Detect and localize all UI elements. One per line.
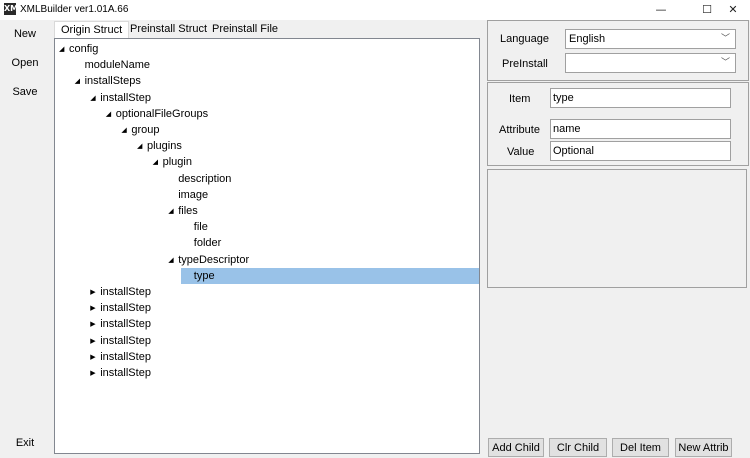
tree-node-label: installStep bbox=[100, 318, 151, 331]
del-item-button[interactable]: Del Item bbox=[612, 438, 669, 457]
tree-node[interactable]: ▶ installStep bbox=[90, 349, 151, 365]
expand-arrow-icon[interactable]: ◢ bbox=[59, 41, 69, 57]
collapse-arrow-icon[interactable]: ▶ bbox=[90, 284, 100, 300]
tree-node[interactable]: ◢ installSteps bbox=[75, 73, 141, 89]
tree-node-label: installStep bbox=[100, 334, 151, 347]
window-title: XMLBuilder ver1.01A.66 bbox=[20, 4, 129, 15]
tree-node-label: installSteps bbox=[84, 75, 141, 88]
expand-arrow-icon[interactable]: ◢ bbox=[168, 203, 178, 219]
tree-node-label: installStep bbox=[100, 350, 151, 363]
chevron-down-icon: ﹀ bbox=[720, 34, 730, 44]
tree-node-label: installStep bbox=[100, 367, 151, 379]
tree-node-label: plugin bbox=[162, 156, 192, 169]
attribute-label: Attribute bbox=[499, 124, 540, 136]
item-field[interactable]: type bbox=[550, 88, 731, 108]
tree-node[interactable]: ◢ files bbox=[168, 203, 198, 219]
tree-node[interactable]: ◢ typeDescriptor bbox=[168, 252, 249, 268]
tree-node-label: optionalFileGroups bbox=[115, 107, 209, 120]
xml-tree[interactable]: ◢ config moduleName ◢ installSteps ◢ installSt… bbox=[54, 38, 480, 454]
tree-node[interactable]: ◢ installStep bbox=[90, 90, 151, 106]
tree-node-label: installStep bbox=[100, 302, 151, 315]
tree-node[interactable]: type bbox=[184, 268, 215, 284]
clr-child-button[interactable]: Clr Child bbox=[549, 438, 607, 457]
tree-node[interactable]: image bbox=[168, 187, 208, 203]
tree-node[interactable]: ◢ plugin bbox=[153, 154, 192, 170]
language-label: Language bbox=[500, 33, 549, 45]
expand-arrow-icon[interactable]: ◢ bbox=[121, 122, 131, 138]
tree-node-label: file bbox=[193, 221, 208, 234]
tree-node[interactable]: folder bbox=[184, 235, 222, 251]
collapse-arrow-icon[interactable]: ▶ bbox=[90, 316, 100, 332]
tree-node[interactable]: moduleName bbox=[75, 57, 150, 73]
new-attrib-button[interactable]: New Attrib bbox=[675, 438, 732, 457]
tree-node-label: installStep bbox=[100, 286, 151, 298]
expand-arrow-icon[interactable]: ◢ bbox=[90, 90, 100, 106]
collapse-arrow-icon[interactable]: ▶ bbox=[90, 333, 100, 349]
value-field[interactable]: Optional bbox=[550, 141, 731, 161]
preinstall-label: PreInstall bbox=[502, 58, 548, 70]
save-button[interactable]: Save bbox=[0, 80, 50, 104]
tree-node[interactable]: description bbox=[168, 171, 231, 187]
tree-node-label: moduleName bbox=[84, 59, 151, 72]
collapse-arrow-icon[interactable]: ▶ bbox=[90, 300, 100, 316]
language-value: English bbox=[569, 33, 606, 45]
tree-node[interactable]: ▶ installStep bbox=[90, 333, 151, 349]
tree-node[interactable]: ▶ installStep bbox=[90, 316, 151, 332]
tab-preinstall-struct[interactable]: Preinstall Struct bbox=[124, 21, 213, 38]
add-child-button[interactable]: Add Child bbox=[488, 438, 544, 457]
tree-node-label: config bbox=[69, 43, 99, 55]
tree-node-label: plugins bbox=[147, 140, 182, 153]
tree-node[interactable]: ▶ installStep bbox=[90, 300, 151, 316]
tree-node-label: folder bbox=[193, 237, 222, 250]
selection-highlight bbox=[181, 268, 479, 284]
tree-node-label: image bbox=[178, 188, 209, 201]
item-label: Item bbox=[509, 93, 531, 105]
app-icon: XML bbox=[4, 3, 24, 15]
tree-node-label: typeDescriptor bbox=[178, 253, 250, 266]
collapse-arrow-icon[interactable]: ▶ bbox=[90, 365, 100, 381]
tree-node[interactable]: ◢ optionalFileGroups bbox=[106, 106, 208, 122]
tree-node[interactable]: ◢ plugins bbox=[137, 138, 182, 154]
expand-arrow-icon[interactable]: ◢ bbox=[106, 106, 116, 122]
tree-node[interactable]: ◢ group bbox=[121, 122, 159, 138]
expand-arrow-icon[interactable]: ◢ bbox=[75, 73, 85, 89]
expand-arrow-icon[interactable]: ◢ bbox=[153, 154, 163, 170]
tab-origin-struct[interactable]: Origin Struct bbox=[54, 21, 130, 39]
tree-node[interactable]: ▶ installStep bbox=[90, 284, 151, 300]
preinstall-select[interactable]: ﹀ bbox=[565, 53, 736, 73]
tree-node-label: type bbox=[193, 269, 215, 282]
value-label: Value bbox=[507, 146, 535, 158]
attributes-list[interactable] bbox=[487, 169, 747, 288]
chevron-down-icon: ﹀ bbox=[720, 58, 730, 68]
tree-node[interactable]: ◢ config bbox=[59, 41, 98, 57]
tree-node-label: group bbox=[131, 124, 160, 136]
close-button[interactable]: ✕ bbox=[716, 0, 750, 20]
tree-node-label: files bbox=[178, 205, 198, 217]
new-button[interactable]: New bbox=[0, 22, 50, 46]
language-select[interactable]: English ﹀ bbox=[565, 29, 736, 49]
expand-arrow-icon[interactable]: ◢ bbox=[137, 138, 147, 154]
attribute-field[interactable]: name bbox=[550, 119, 731, 139]
tree-node[interactable]: file bbox=[184, 219, 208, 235]
tree-node-label: description bbox=[178, 172, 232, 185]
minimize-button[interactable]: — bbox=[644, 0, 678, 20]
tree-node[interactable]: ▶ installStep bbox=[90, 365, 151, 381]
expand-arrow-icon[interactable]: ◢ bbox=[168, 252, 178, 268]
collapse-arrow-icon[interactable]: ▶ bbox=[90, 349, 100, 365]
tab-preinstall-file[interactable]: Preinstall File bbox=[206, 21, 284, 38]
exit-button[interactable]: Exit bbox=[0, 431, 50, 455]
open-button[interactable]: Open bbox=[0, 51, 50, 75]
tree-node-label: installStep bbox=[100, 91, 151, 104]
